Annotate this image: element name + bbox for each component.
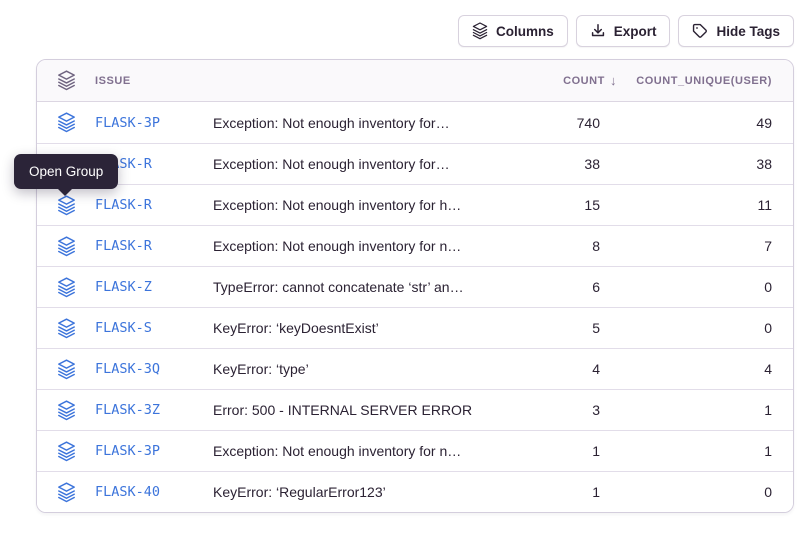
count-unique-value: 0	[600, 320, 772, 336]
count-value: 3	[480, 402, 600, 418]
count-value: 4	[480, 361, 600, 377]
issue-title: Exception: Not enough inventory for n…	[213, 443, 480, 459]
table-row: FLASK-3P Exception: Not enough inventory…	[37, 430, 793, 471]
issue-stack-icon[interactable]	[57, 236, 95, 257]
issue-title: KeyError: ‘type’	[213, 361, 480, 377]
count-unique-value: 4	[600, 361, 772, 377]
issue-stack-icon[interactable]	[57, 112, 95, 133]
header-issue[interactable]: ISSUE	[95, 75, 213, 87]
count-value: 15	[480, 197, 600, 213]
count-value: 1	[480, 484, 600, 500]
issue-stack-icon[interactable]	[57, 277, 95, 298]
open-group-tooltip: Open Group	[14, 154, 118, 189]
issue-title: KeyError: ‘keyDoesntExist’	[213, 320, 480, 336]
columns-stack-icon	[472, 22, 488, 40]
count-unique-value: 7	[600, 238, 772, 254]
count-unique-value: 0	[600, 484, 772, 500]
table-row: FLASK-3P Exception: Not enough inventory…	[37, 102, 793, 143]
issue-stack-icon[interactable]	[57, 318, 95, 339]
issue-title: Error: 500 - INTERNAL SERVER ERROR	[213, 402, 480, 418]
issue-stack-icon[interactable]	[57, 441, 95, 462]
issue-title: KeyError: ‘RegularError123’	[213, 484, 480, 500]
hide-tags-button[interactable]: Hide Tags	[678, 15, 794, 47]
count-unique-value: 11	[600, 197, 772, 213]
count-value: 1	[480, 443, 600, 459]
count-unique-value: 38	[600, 156, 772, 172]
count-unique-value: 49	[600, 115, 772, 131]
issue-link[interactable]: FLASK-3P	[95, 443, 213, 459]
issue-stack-icon[interactable]	[57, 482, 95, 503]
issue-link[interactable]: FLASK-S	[95, 320, 213, 336]
issue-link[interactable]: FLASK-3Z	[95, 402, 213, 418]
results-table: ISSUE COUNT ↓ COUNT_UNIQUE(USER) FLASK-3…	[36, 59, 794, 513]
issue-stack-icon[interactable]	[57, 359, 95, 380]
issue-stack-icon[interactable]	[57, 195, 95, 216]
header-stack-icon	[57, 70, 95, 91]
issue-link[interactable]: FLASK-R	[95, 238, 213, 254]
table-row: FLASK-R Exception: Not enough inventory …	[37, 143, 793, 184]
count-value: 6	[480, 279, 600, 295]
table-body: FLASK-3P Exception: Not enough inventory…	[37, 102, 793, 512]
issue-title: Exception: Not enough inventory for…	[213, 115, 480, 131]
table-row: FLASK-3Q KeyError: ‘type’ 4 4	[37, 348, 793, 389]
count-unique-value: 1	[600, 443, 772, 459]
header-count[interactable]: COUNT ↓	[480, 73, 600, 88]
table-row: FLASK-S KeyError: ‘keyDoesntExist’ 5 0	[37, 307, 793, 348]
download-icon	[590, 23, 606, 39]
count-value: 740	[480, 115, 600, 131]
hide-tags-button-label: Hide Tags	[716, 24, 780, 39]
count-unique-value: 1	[600, 402, 772, 418]
count-unique-value: 0	[600, 279, 772, 295]
table-row: FLASK-3Z Error: 500 - INTERNAL SERVER ER…	[37, 389, 793, 430]
count-value: 8	[480, 238, 600, 254]
columns-button-label: Columns	[496, 24, 554, 39]
tooltip-text: Open Group	[29, 164, 103, 179]
columns-button[interactable]: Columns	[458, 15, 568, 47]
table-row: FLASK-R Exception: Not enough inventory …	[37, 225, 793, 266]
export-button[interactable]: Export	[576, 15, 671, 47]
issue-stack-icon[interactable]	[57, 400, 95, 421]
issue-link[interactable]: FLASK-3Q	[95, 361, 213, 377]
issue-title: Exception: Not enough inventory for h…	[213, 197, 480, 213]
issue-link[interactable]: FLASK-R	[95, 197, 213, 213]
count-value: 5	[480, 320, 600, 336]
table-row: FLASK-R Exception: Not enough inventory …	[37, 184, 793, 225]
toolbar: Columns Export Hide Tags	[458, 15, 794, 47]
table-row: FLASK-Z TypeError: cannot concatenate ‘s…	[37, 266, 793, 307]
issue-title: TypeError: cannot concatenate ‘str’ an…	[213, 279, 480, 295]
issue-link[interactable]: FLASK-3P	[95, 115, 213, 131]
issue-link[interactable]: FLASK-Z	[95, 279, 213, 295]
issue-title: Exception: Not enough inventory for…	[213, 156, 480, 172]
count-value: 38	[480, 156, 600, 172]
tag-icon	[692, 23, 708, 39]
header-count-unique[interactable]: COUNT_UNIQUE(USER)	[600, 75, 772, 87]
table-header-row: ISSUE COUNT ↓ COUNT_UNIQUE(USER)	[37, 60, 793, 102]
issue-title: Exception: Not enough inventory for n…	[213, 238, 480, 254]
issue-link[interactable]: FLASK-40	[95, 484, 213, 500]
export-button-label: Export	[614, 24, 657, 39]
table-row: FLASK-40 KeyError: ‘RegularError123’ 1 0	[37, 471, 793, 512]
